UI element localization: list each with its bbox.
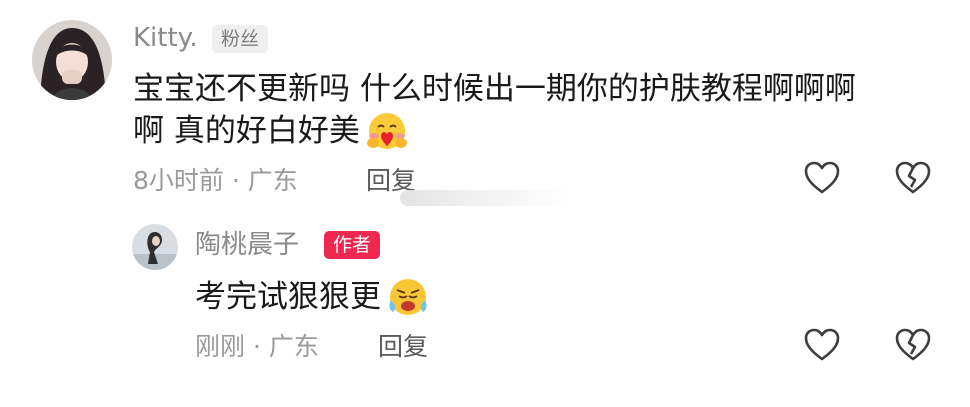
fan-badge: 粉丝 — [212, 25, 269, 53]
heart-outline-icon[interactable] — [803, 160, 841, 196]
reply-button[interactable]: 回复 — [378, 332, 428, 362]
comment-text: 宝宝还不更新吗 什么时候出一期你的护肤教程啊啊啊 啊 真的好白好美 — [133, 68, 943, 152]
author-badge: 作者 — [324, 231, 381, 259]
comment-text-segment: 考完试狠狠更 — [195, 279, 381, 315]
avatar[interactable] — [132, 224, 178, 270]
comment-text-line: 啊 真的好白好美 — [133, 110, 943, 152]
comment-text-line: 宝宝还不更新吗 什么时候出一期你的护肤教程啊啊啊 — [133, 71, 856, 107]
comment-text-segment: 啊 真的好白好美 — [133, 113, 360, 149]
timestamp-location: 8小时前 · 广东 — [133, 166, 298, 195]
username[interactable]: Kitty. — [133, 23, 198, 53]
hugging-heart-emoji — [364, 110, 410, 152]
comment-text: 考完试狠狠更 — [195, 276, 431, 318]
timestamp-location: 刚刚 · 广东 — [195, 332, 319, 361]
avatar[interactable] — [32, 20, 112, 100]
crying-face-emoji — [385, 276, 431, 318]
broken-heart-icon[interactable] — [893, 160, 933, 196]
broken-heart-icon[interactable] — [893, 327, 933, 363]
heart-outline-icon[interactable] — [803, 327, 841, 363]
blurred-overlay — [400, 190, 570, 206]
username[interactable]: 陶桃晨子 — [195, 230, 299, 260]
